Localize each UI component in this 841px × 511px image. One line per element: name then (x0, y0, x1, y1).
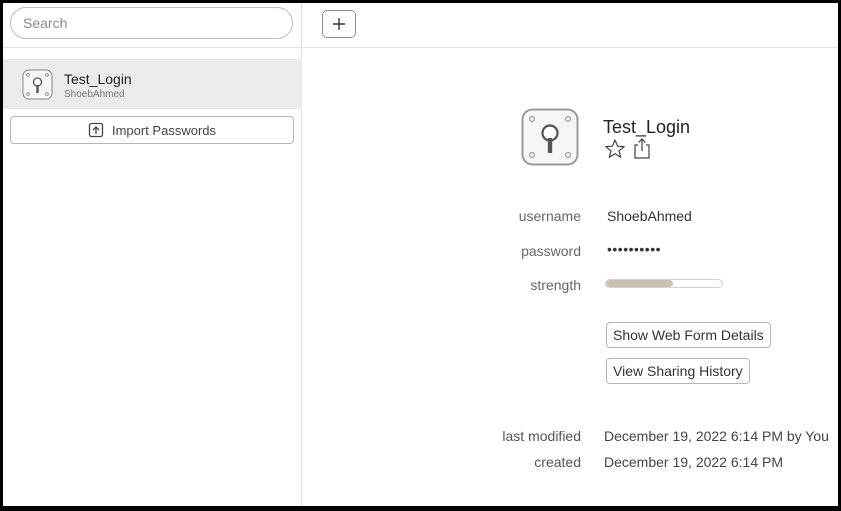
last-modified-label: last modified (502, 428, 581, 444)
search-input[interactable] (10, 7, 293, 39)
divider (303, 47, 838, 48)
sidebar: Test_Login ShoebAhmed Import Passwords (3, 3, 302, 506)
password-value[interactable]: •••••••••• (607, 241, 661, 257)
add-button[interactable] (322, 10, 356, 38)
username-label: username (518, 208, 581, 224)
plus-icon (333, 18, 345, 30)
last-modified-value: December 19, 2022 6:14 PM by You (604, 428, 829, 444)
strength-meter (605, 279, 723, 288)
import-passwords-button[interactable]: Import Passwords (10, 116, 294, 144)
import-passwords-label: Import Passwords (111, 122, 217, 138)
strength-label: strength (530, 277, 581, 293)
page-title: Test_Login (603, 117, 691, 137)
star-icon[interactable] (604, 138, 626, 160)
list-item[interactable]: Test_Login ShoebAhmed (3, 59, 302, 109)
import-icon (88, 122, 104, 138)
created-label: created (534, 454, 581, 470)
item-subtitle: ShoebAhmed (64, 89, 125, 100)
created-value: December 19, 2022 6:14 PM (604, 454, 783, 470)
key-icon (22, 69, 53, 100)
strength-meter-fill (606, 280, 674, 287)
username-value[interactable]: ShoebAhmed (607, 208, 692, 224)
detail-panel: Test_Login username ShoebAhmed password … (303, 3, 838, 506)
show-web-form-details-button[interactable]: Show Web Form Details (606, 322, 771, 348)
view-sharing-history-button[interactable]: View Sharing History (606, 358, 750, 384)
app-window: Test_Login ShoebAhmed Import Passwords (3, 3, 838, 506)
key-icon (521, 108, 579, 166)
divider (3, 47, 302, 48)
item-title: Test_Login (64, 71, 132, 87)
share-icon[interactable] (632, 137, 652, 160)
password-label: password (521, 243, 581, 259)
